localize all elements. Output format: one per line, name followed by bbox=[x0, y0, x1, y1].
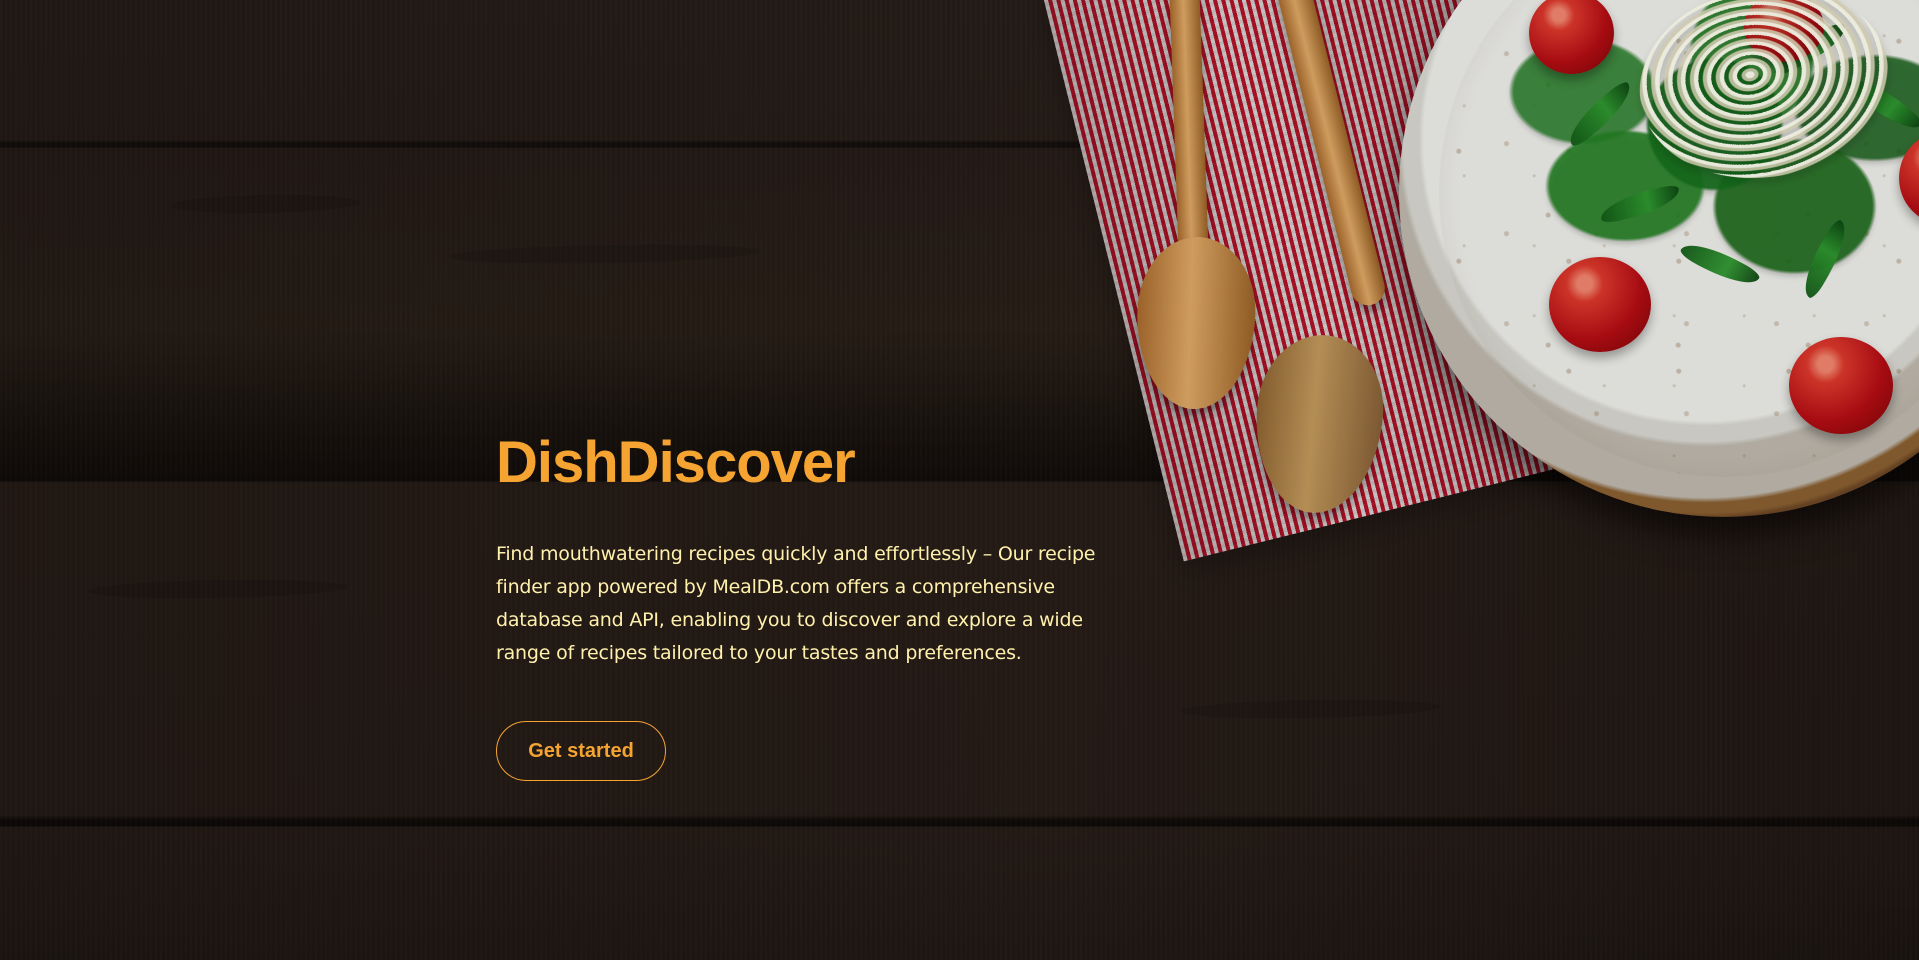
hero-section: DishDiscover Find mouthwatering recipes … bbox=[0, 0, 1919, 960]
hero-content: DishDiscover Find mouthwatering recipes … bbox=[496, 428, 1106, 781]
page-title: DishDiscover bbox=[496, 430, 856, 495]
hero-description: Find mouthwatering recipes quickly and e… bbox=[496, 543, 1096, 664]
get-started-button[interactable]: Get started bbox=[496, 721, 666, 781]
